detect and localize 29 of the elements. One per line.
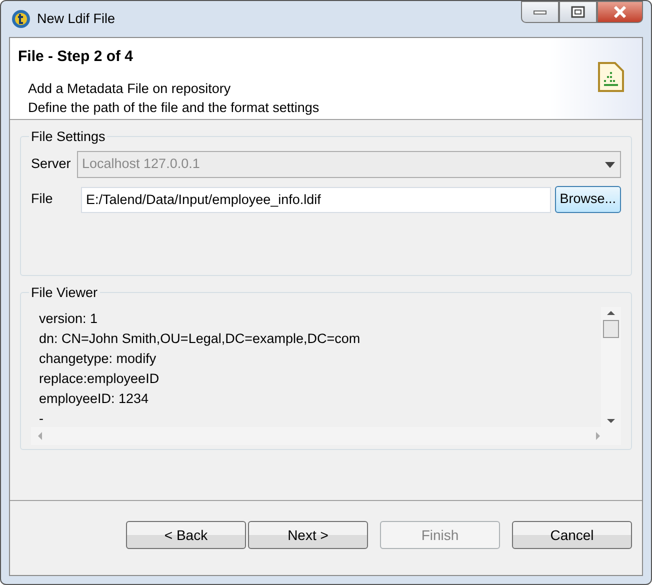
wizard-button[interactable]: Cancel (512, 521, 632, 549)
field-label: Server (31, 155, 72, 174)
file-content-line: version: 1 (39, 310, 99, 328)
file-content-line: dn: CN=John Smith,OU=Legal,DC=example,DC=com (39, 330, 362, 348)
file-content-line: - (39, 410, 44, 427)
field-label: File (31, 190, 54, 208)
window-title: New Ldif File (37, 10, 116, 28)
file-content-line: employeeID: 1234 (39, 390, 150, 408)
file-path-field[interactable]: E:/Talend/Data/Input/employee_info.ldif (81, 186, 551, 212)
scroll-up-icon[interactable] (606, 310, 616, 316)
file-content-line: replace:employeeID (39, 370, 160, 388)
close-icon (613, 6, 627, 18)
scroll-down-icon[interactable] (606, 418, 616, 424)
wizard-button[interactable]: Next > (248, 521, 368, 549)
close-button[interactable] (597, 1, 643, 23)
document-icon (598, 62, 624, 92)
wizard-button[interactable]: < Back (126, 521, 246, 549)
page-title: File - Step 2 of 4 (18, 47, 134, 67)
browse-button[interactable]: Browse... (554, 186, 621, 213)
maximize-button[interactable] (559, 1, 597, 23)
minimize-icon (533, 9, 547, 15)
file-content-line: changetype: modify (39, 350, 158, 368)
maximize-icon (571, 6, 585, 18)
vertical-scrollbar[interactable] (601, 307, 621, 427)
description-text: Define the path of the file and the format settings (27, 98, 320, 116)
scroll-thumb[interactable] (603, 320, 619, 338)
minimize-button[interactable] (521, 1, 559, 23)
app-logo-icon (11, 9, 31, 29)
description-text: Add a Metadata File on repository (27, 80, 232, 98)
